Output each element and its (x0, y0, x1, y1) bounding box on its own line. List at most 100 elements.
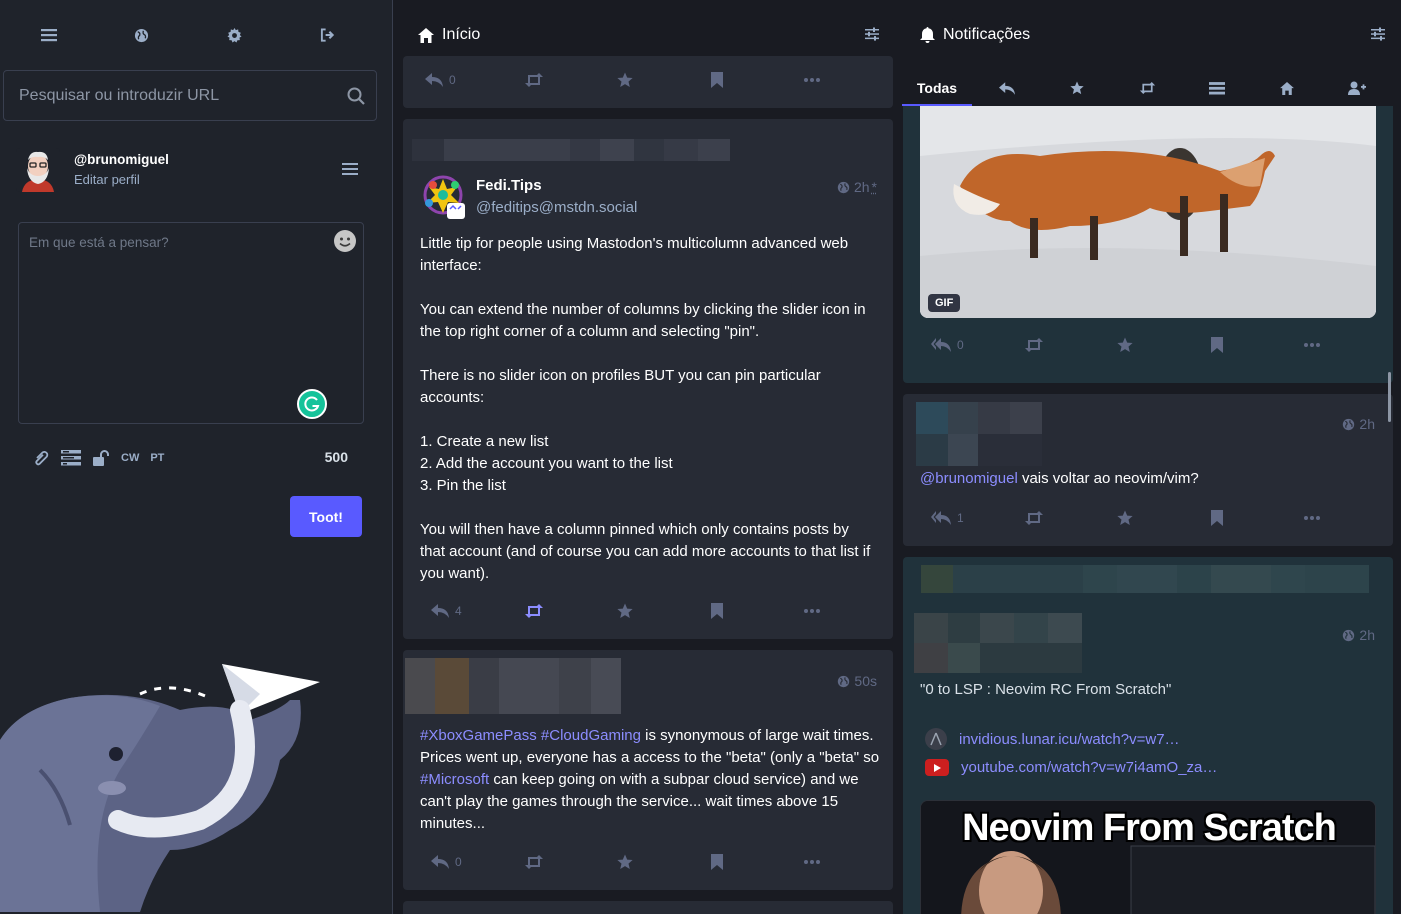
language-button[interactable]: PT (150, 452, 164, 464)
link-row: invidious.lunar.icu/watch?v=w7… (925, 728, 1180, 750)
more-button[interactable] (1298, 343, 1391, 347)
tab-statuses[interactable] (1252, 70, 1322, 106)
profile-handle[interactable]: @brunomiguel (74, 152, 169, 167)
compose-form (18, 222, 364, 424)
reply-button[interactable]: 4 (425, 604, 518, 618)
more-button[interactable] (1298, 516, 1391, 520)
invidious-link[interactable]: invidious.lunar.icu/watch?v=w7… (959, 731, 1180, 748)
reply-button[interactable]: 0 (425, 855, 518, 869)
favourite-button[interactable] (611, 72, 704, 88)
tab-boosts[interactable] (1112, 70, 1182, 106)
visibility-button[interactable] (92, 450, 110, 466)
boost-button[interactable] (1018, 511, 1111, 525)
status-timestamp[interactable]: 50s (833, 673, 877, 689)
account-redacted (914, 613, 1082, 673)
gif-badge: GIF (928, 294, 961, 312)
status-content: @brunomiguel vais voltar ao neovim/vim? (920, 468, 1380, 490)
search-input[interactable] (4, 86, 336, 105)
youtube-icon (925, 759, 949, 776)
status-actions: 0 (425, 850, 891, 874)
sliders-icon[interactable] (865, 27, 879, 41)
reply-button[interactable]: 0 (425, 73, 518, 87)
more-button[interactable] (798, 609, 891, 613)
tab-polls[interactable] (1182, 70, 1252, 106)
ellipsis-icon (1303, 343, 1320, 347)
add-poll-button[interactable] (61, 450, 81, 466)
media-gallery[interactable]: GIF (920, 106, 1376, 318)
bookmark-icon (1210, 337, 1223, 353)
list-line: 3. Pin the list (420, 477, 506, 494)
bookmark-button[interactable] (705, 603, 798, 619)
scrollbar[interactable] (1388, 372, 1391, 422)
content-warning-button[interactable]: CW (121, 452, 139, 464)
prepend-redacted (412, 139, 730, 161)
grammarly-button[interactable] (297, 389, 327, 419)
favourite-button[interactable] (611, 854, 704, 870)
emoji-picker-button[interactable] (333, 229, 357, 253)
notifications-column-header[interactable]: Notificações (902, 0, 1401, 70)
notification-card[interactable]: 2h @brunomiguel vais voltar ao neovim/vi… (903, 394, 1393, 546)
profile-summary: @brunomiguel Editar perfil (16, 144, 366, 196)
bookmark-button[interactable] (1205, 510, 1298, 526)
preferences-button[interactable] (186, 0, 279, 70)
toot-button[interactable]: Toot! (290, 496, 362, 537)
status-actions: 1 (925, 506, 1391, 530)
more-button[interactable] (798, 78, 891, 82)
drawer-nav (0, 0, 392, 70)
tab-favourites[interactable] (1042, 70, 1112, 106)
list-line: 1. Create a new list (420, 433, 549, 450)
notification-card[interactable]: 2h "0 to LSP : Neovim RC From Scratch" i… (903, 557, 1393, 914)
favourite-button[interactable] (1111, 510, 1204, 526)
hashtag-link[interactable]: #CloudGaming (541, 727, 641, 744)
status-paragraph: Little tip for people using Mastodon's m… (420, 235, 849, 274)
status-card[interactable]: Fedi.Tips @feditips@mstdn.social 2h * Li… (403, 119, 893, 639)
mention-link[interactable]: @brunomiguel (920, 470, 1018, 487)
grammarly-icon (303, 395, 321, 413)
search-icon[interactable] (336, 87, 376, 105)
tab-all[interactable]: Todas (902, 70, 972, 106)
favourite-button[interactable] (1111, 337, 1204, 353)
edit-profile-link[interactable]: Editar perfil (74, 172, 140, 187)
hashtag-link[interactable]: #XboxGamePass (420, 727, 537, 744)
home-column: Início 0 Fedi.Tips @feditips@mstdn.socia… (394, 0, 901, 914)
reply-icon (431, 855, 449, 869)
tab-follows[interactable] (1322, 70, 1392, 106)
federated-timeline-button[interactable] (93, 0, 186, 70)
account-handle[interactable]: @feditips@mstdn.social (476, 199, 637, 216)
boost-button[interactable] (518, 855, 611, 869)
status-card[interactable]: 50s #XboxGamePass #CloudGaming is synony… (403, 650, 893, 890)
status-actions: 0 (925, 333, 1391, 357)
youtube-link[interactable]: youtube.com/watch?v=w7i4amO_za… (961, 759, 1217, 776)
boost-button[interactable] (518, 604, 611, 618)
status-timestamp[interactable]: 2h * (833, 179, 877, 195)
video-thumbnail[interactable]: Neovim From Scratch (920, 800, 1376, 914)
logout-button[interactable] (279, 0, 372, 70)
reply-button[interactable]: 1 (925, 511, 1018, 525)
boost-button[interactable] (518, 73, 611, 87)
profile-menu-button[interactable] (342, 162, 358, 176)
smile-icon (333, 229, 357, 253)
status-time: 50s (854, 673, 877, 689)
reply-button[interactable]: 0 (925, 338, 1018, 352)
account-avatar[interactable] (421, 175, 467, 221)
status-content: Little tip for people using Mastodon's m… (420, 233, 878, 585)
bookmark-button[interactable] (1205, 337, 1298, 353)
status-actions: 0 (425, 68, 891, 92)
favourite-button[interactable] (611, 603, 704, 619)
hashtag-link[interactable]: #Microsoft (420, 771, 489, 788)
status-timestamp[interactable]: 2h (1338, 627, 1375, 643)
gear-icon (227, 27, 242, 43)
attach-media-button[interactable] (32, 449, 50, 467)
more-button[interactable] (798, 860, 891, 864)
sliders-icon[interactable] (1371, 27, 1385, 41)
avatar[interactable] (16, 148, 60, 192)
boost-button[interactable] (1018, 338, 1111, 352)
menu-button[interactable] (0, 0, 93, 70)
bookmark-button[interactable] (705, 854, 798, 870)
notification-card[interactable]: GIF 0 (903, 106, 1393, 383)
account-display-name[interactable]: Fedi.Tips (476, 177, 542, 194)
status-timestamp[interactable]: 2h (1338, 416, 1375, 432)
tab-mentions[interactable] (972, 70, 1042, 106)
star-icon (617, 603, 634, 619)
bookmark-button[interactable] (705, 72, 798, 88)
